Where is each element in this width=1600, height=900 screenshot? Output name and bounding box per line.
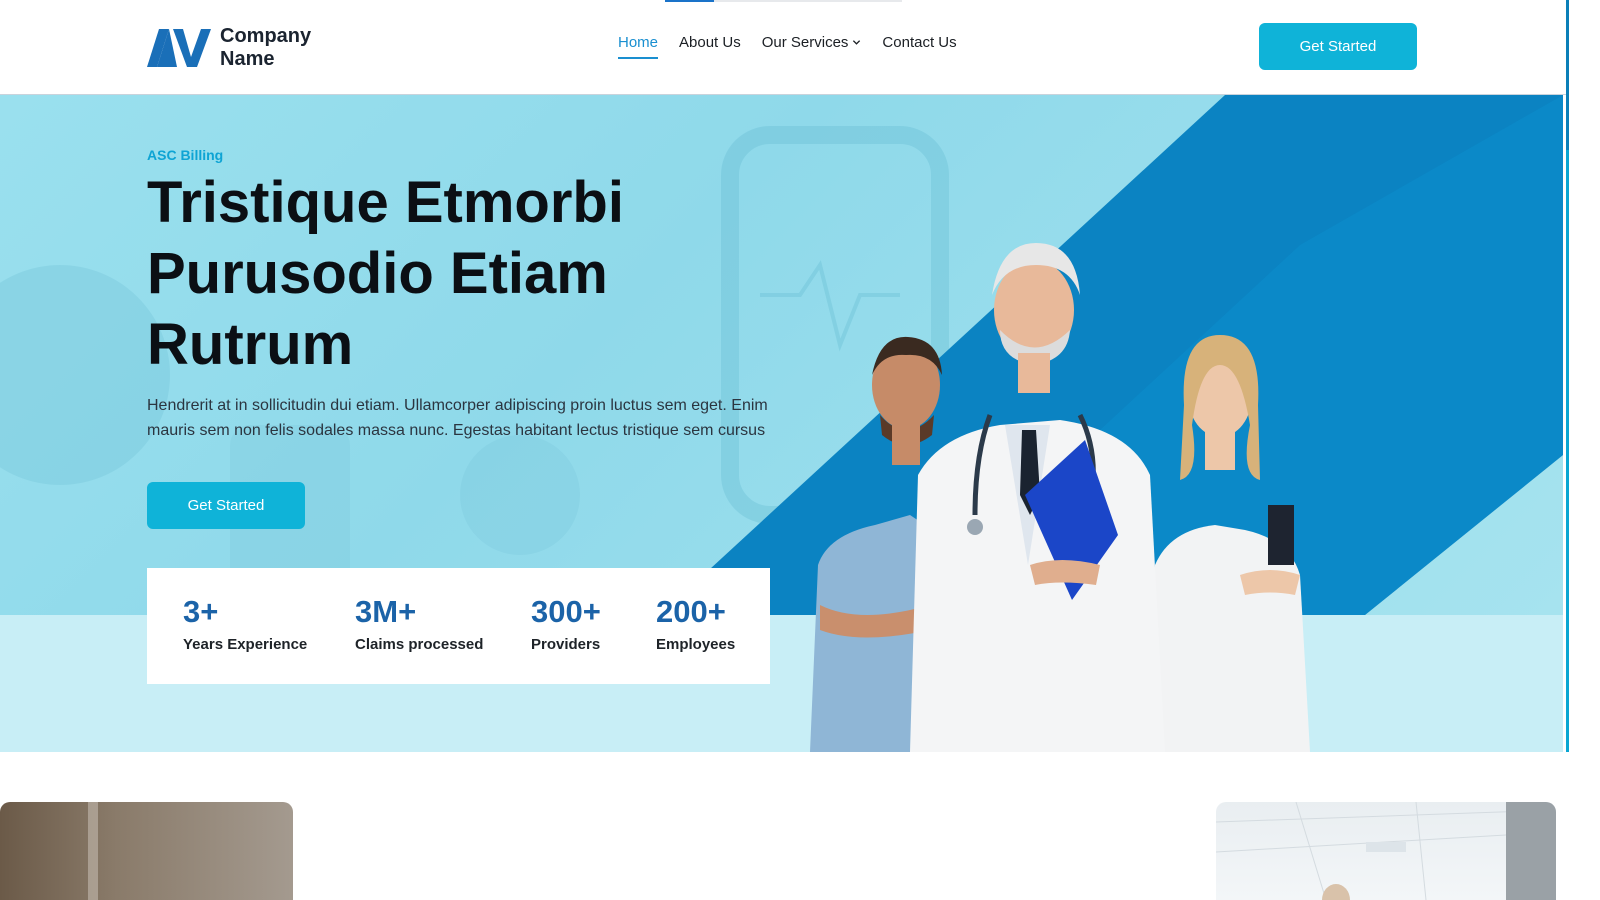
- nav-item-contact-us[interactable]: Contact Us: [882, 34, 956, 57]
- page-progress-active: [665, 0, 714, 2]
- company-logo[interactable]: Company Name: [147, 25, 311, 71]
- lower-left-image: [0, 802, 293, 900]
- doctor-right-figure: [1150, 335, 1310, 752]
- chevron-down-icon: [853, 40, 861, 45]
- lower-right-image: [1216, 802, 1556, 900]
- header-get-started-button[interactable]: Get Started: [1259, 23, 1417, 70]
- hero-description: Hendrerit at in sollicitudin dui etiam. …: [147, 397, 768, 439]
- stat-providers: 300+ Providers: [531, 594, 601, 653]
- hero-title-line1: Tristique Etmorbi: [147, 170, 624, 235]
- scroll-progress-thumb: [1566, 0, 1569, 150]
- stat-value: 3+: [183, 594, 219, 629]
- logo-text: Company Name: [220, 25, 311, 71]
- stat-claims-processed: 3M+ Claims processed: [355, 594, 483, 653]
- lower-right-image-ceiling: [1216, 802, 1556, 900]
- hero-eyebrow: ASC Billing: [147, 147, 224, 163]
- page-progress-indicator: [665, 0, 902, 2]
- nav-item-home[interactable]: Home: [618, 34, 659, 59]
- main-nav: Home About Us Our Services Contact Us: [618, 34, 978, 59]
- stat-label: Claims processed: [355, 636, 484, 653]
- hero-doctors-image: [810, 243, 1310, 752]
- stat-employees: 200+ Employees: [656, 594, 735, 653]
- hero-get-started-button[interactable]: Get Started: [147, 482, 305, 529]
- scroll-progress: [1566, 0, 1600, 900]
- logo-text-line1: Company: [220, 25, 312, 47]
- logo-mark-icon: [147, 29, 211, 67]
- stat-years-experience: 3+ Years Experience: [183, 594, 307, 653]
- lower-left-image-detail: [88, 802, 98, 900]
- hero-title-line2: Purusodio Etiam: [147, 241, 608, 306]
- nav-item-our-services-label: Our Services: [761, 34, 849, 51]
- stat-label: Providers: [531, 636, 601, 653]
- stat-value: 3M+: [355, 594, 417, 629]
- stat-label: Employees: [656, 636, 736, 653]
- hero-section: ASC Billing Tristique Etmorbi Purusodio …: [0, 95, 1563, 752]
- stat-value: 200+: [656, 594, 726, 629]
- hero-title-line3: Rutrum: [147, 312, 354, 377]
- stat-label: Years Experience: [183, 636, 308, 653]
- site-header: Company Name Home About Us Our Services …: [0, 0, 1566, 95]
- stats-card: 3+ Years Experience 3M+ Claims processed…: [147, 568, 770, 684]
- nav-item-our-services[interactable]: Our Services: [762, 34, 862, 57]
- stat-value: 300+: [531, 594, 601, 629]
- logo-text-line2: Name: [220, 48, 275, 70]
- nav-item-about-us[interactable]: About Us: [679, 34, 741, 57]
- hero-title: Tristique Etmorbi Purusodio Etiam Rutrum: [147, 167, 787, 380]
- doctor-center-figure: [910, 243, 1165, 752]
